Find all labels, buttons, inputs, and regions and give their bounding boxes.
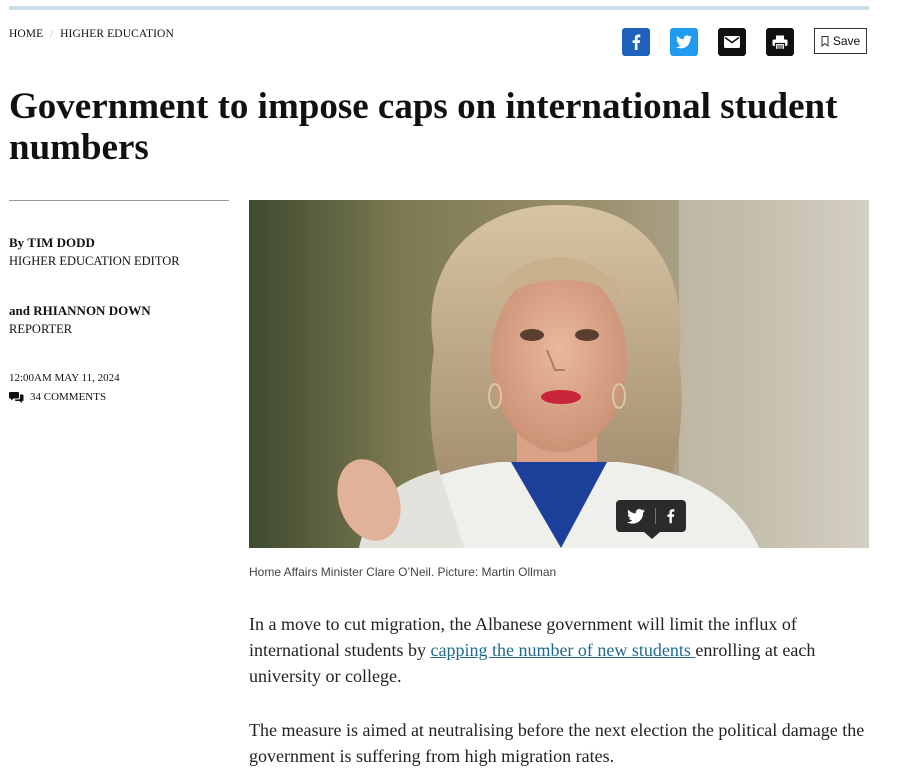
facebook-icon	[632, 34, 641, 50]
bookmark-icon	[821, 35, 829, 47]
breadcrumb-home[interactable]: HOME	[9, 28, 43, 40]
publish-timestamp: 12:00AM MAY 11, 2024	[9, 372, 120, 384]
share-facebook-button[interactable]	[622, 28, 650, 56]
author-role: HIGHER EDUCATION EDITOR	[9, 254, 180, 268]
author-name[interactable]: TIM DODD	[27, 235, 95, 250]
photo-illustration	[249, 200, 869, 548]
author-2: and RHIANNON DOWN REPORTER	[9, 302, 151, 338]
email-icon	[724, 36, 740, 48]
author-name[interactable]: RHIANNON DOWN	[33, 303, 150, 318]
author-1: By TIM DODD HIGHER EDUCATION EDITOR	[9, 234, 180, 270]
author-prefix: By	[9, 235, 25, 250]
inline-link[interactable]: capping the number of new students	[430, 640, 695, 660]
byline-divider	[9, 200, 229, 201]
comments-icon	[9, 392, 24, 403]
article-headline: Government to impose caps on internation…	[9, 86, 838, 168]
article-paragraph: In a move to cut migration, the Albanese…	[249, 611, 869, 689]
save-label: Save	[832, 34, 861, 48]
author-prefix: and	[9, 303, 30, 318]
comments-count: 34 COMMENTS	[30, 391, 107, 403]
breadcrumb-separator: /	[50, 29, 54, 40]
print-icon	[772, 35, 788, 50]
author-role: REPORTER	[9, 322, 73, 336]
print-button[interactable]	[766, 28, 794, 56]
facebook-icon[interactable]	[666, 508, 675, 524]
top-accent-bar	[9, 6, 869, 10]
article-photo[interactable]	[249, 200, 869, 548]
photo-caption: Home Affairs Minister Clare O’Neil. Pict…	[249, 565, 557, 579]
article-paragraph: The measure is aimed at neutralising bef…	[249, 720, 865, 766]
popover-divider	[655, 508, 656, 524]
share-twitter-button[interactable]	[670, 28, 698, 56]
breadcrumb-section[interactable]: HIGHER EDUCATION	[60, 28, 174, 40]
share-email-button[interactable]	[718, 28, 746, 56]
twitter-icon[interactable]	[627, 508, 645, 524]
comments-link[interactable]: 34 COMMENTS	[9, 391, 106, 403]
twitter-icon	[676, 35, 692, 49]
image-share-popover	[616, 500, 686, 539]
save-button[interactable]: Save	[814, 28, 867, 54]
breadcrumb: HOME / HIGHER EDUCATION	[9, 28, 174, 40]
